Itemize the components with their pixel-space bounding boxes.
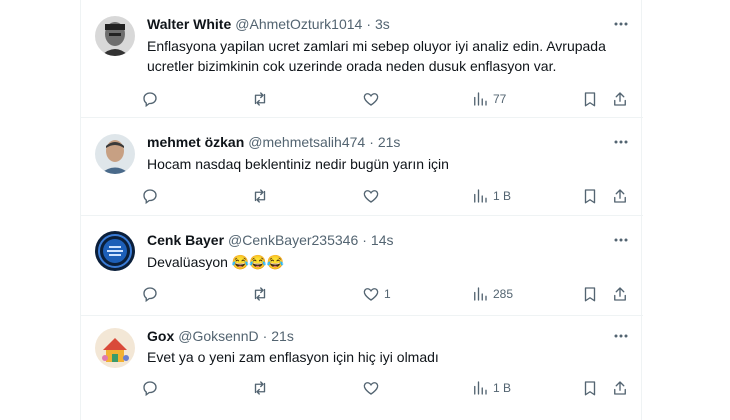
bookmark-icon xyxy=(581,379,599,397)
share-button[interactable] xyxy=(611,376,629,400)
retweet-button[interactable] xyxy=(251,184,269,208)
reply-icon xyxy=(141,285,159,303)
timestamp[interactable]: 21s xyxy=(378,134,401,150)
tweet-header: Gox @GoksennD · 21s xyxy=(147,326,631,346)
like-icon xyxy=(362,379,380,397)
views-button[interactable]: 77 xyxy=(471,87,506,111)
like-icon xyxy=(362,285,380,303)
avatar[interactable] xyxy=(95,231,135,271)
views-count: 1 B xyxy=(493,189,512,203)
like-icon xyxy=(362,90,380,108)
avatar[interactable] xyxy=(95,16,135,56)
separator-dot: · xyxy=(362,232,367,248)
bookmark-button[interactable] xyxy=(581,184,599,208)
reply-icon xyxy=(141,379,159,397)
action-bar: 77 xyxy=(137,87,637,111)
like-count: 1 xyxy=(384,287,391,301)
tweet-text-container: Devalüasyon 😂😂😂 xyxy=(147,252,619,272)
tweet-text: Hocam nasdaq beklentiniz nedir bugün yar… xyxy=(147,156,449,172)
views-icon xyxy=(471,90,489,108)
share-icon xyxy=(611,379,629,397)
more-icon[interactable] xyxy=(611,14,631,34)
tweet-text: Evet ya o yeni zam enflasyon için hiç iy… xyxy=(147,349,439,365)
like-icon xyxy=(362,187,380,205)
views-count: 1 B xyxy=(493,381,512,395)
user-handle[interactable]: @CenkBayer235346 xyxy=(228,232,358,248)
bookmark-icon xyxy=(581,187,599,205)
share-icon xyxy=(611,90,629,108)
tweet-header: mehmet özkan @mehmetsalih474 · 21s xyxy=(147,132,631,152)
reply-button[interactable] xyxy=(141,282,159,306)
views-count: 285 xyxy=(493,287,514,301)
display-name[interactable]: Walter White xyxy=(147,16,231,32)
bookmark-icon xyxy=(581,285,599,303)
avatar[interactable] xyxy=(95,328,135,368)
retweet-button[interactable] xyxy=(251,282,269,306)
reply-tweet[interactable]: Walter White @AhmetOzturk1014 · 3s Enfla… xyxy=(81,0,643,118)
share-button[interactable] xyxy=(611,87,629,111)
bookmark-button[interactable] xyxy=(581,282,599,306)
display-name[interactable]: mehmet özkan xyxy=(147,134,244,150)
display-name[interactable]: Gox xyxy=(147,328,174,344)
views-icon xyxy=(471,187,489,205)
retweet-icon xyxy=(251,379,269,397)
retweet-icon xyxy=(251,285,269,303)
retweet-icon xyxy=(251,90,269,108)
like-button[interactable] xyxy=(362,376,384,400)
reply-tweet[interactable]: Cenk Bayer @CenkBayer235346 · 14s Devalü… xyxy=(81,216,643,316)
reply-tweet[interactable]: mehmet özkan @mehmetsalih474 · 21s Hocam… xyxy=(81,118,643,216)
reply-button[interactable] xyxy=(141,87,159,111)
user-handle[interactable]: @AhmetOzturk1014 xyxy=(235,16,362,32)
action-bar: 1 B xyxy=(137,376,637,400)
separator-dot: · xyxy=(366,16,371,32)
retweet-button[interactable] xyxy=(251,376,269,400)
bookmark-icon xyxy=(581,90,599,108)
views-button[interactable]: 1 B xyxy=(471,376,511,400)
like-button[interactable] xyxy=(362,184,384,208)
views-button[interactable]: 285 xyxy=(471,282,513,306)
more-icon[interactable] xyxy=(611,326,631,346)
reply-tweet[interactable]: Gox @GoksennD · 21s Evet ya o yeni zam e… xyxy=(81,316,643,420)
reply-button[interactable] xyxy=(141,184,159,208)
share-button[interactable] xyxy=(611,184,629,208)
bookmark-button[interactable] xyxy=(581,376,599,400)
timestamp[interactable]: 3s xyxy=(375,16,390,32)
views-button[interactable]: 1 B xyxy=(471,184,511,208)
tweet-text: Devalüasyon xyxy=(147,254,228,270)
share-button[interactable] xyxy=(611,282,629,306)
views-count: 77 xyxy=(493,92,507,106)
bookmark-button[interactable] xyxy=(581,87,599,111)
views-icon xyxy=(471,379,489,397)
avatar[interactable] xyxy=(95,134,135,174)
reply-button[interactable] xyxy=(141,376,159,400)
like-button[interactable] xyxy=(362,87,384,111)
retweet-icon xyxy=(251,187,269,205)
tweet-header: Walter White @AhmetOzturk1014 · 3s xyxy=(147,14,631,34)
user-handle[interactable]: @mehmetsalih474 xyxy=(248,134,365,150)
separator-dot: · xyxy=(262,328,268,344)
display-name[interactable]: Cenk Bayer xyxy=(147,232,224,248)
share-icon xyxy=(611,187,629,205)
tweet-text: Enflasyona yapilan ucret zamlari mi sebe… xyxy=(147,38,606,74)
retweet-button[interactable] xyxy=(251,87,269,111)
reply-feed: Walter White @AhmetOzturk1014 · 3s Enfla… xyxy=(80,0,643,420)
timestamp[interactable]: 21s xyxy=(271,328,294,344)
more-icon[interactable] xyxy=(611,230,631,250)
laughing-emoji: 😂😂😂 xyxy=(231,254,285,270)
action-bar: 1 B xyxy=(137,184,637,208)
timestamp[interactable]: 14s xyxy=(371,232,394,248)
views-icon xyxy=(471,285,489,303)
reply-icon xyxy=(141,187,159,205)
reply-icon xyxy=(141,90,159,108)
like-button[interactable]: 1 xyxy=(362,282,391,306)
more-icon[interactable] xyxy=(611,132,631,152)
action-bar: 1 285 xyxy=(137,282,637,306)
tweet-header: Cenk Bayer @CenkBayer235346 · 14s xyxy=(147,230,631,250)
user-handle[interactable]: @GoksennD xyxy=(178,328,258,344)
separator-dot: · xyxy=(369,134,374,150)
share-icon xyxy=(611,285,629,303)
